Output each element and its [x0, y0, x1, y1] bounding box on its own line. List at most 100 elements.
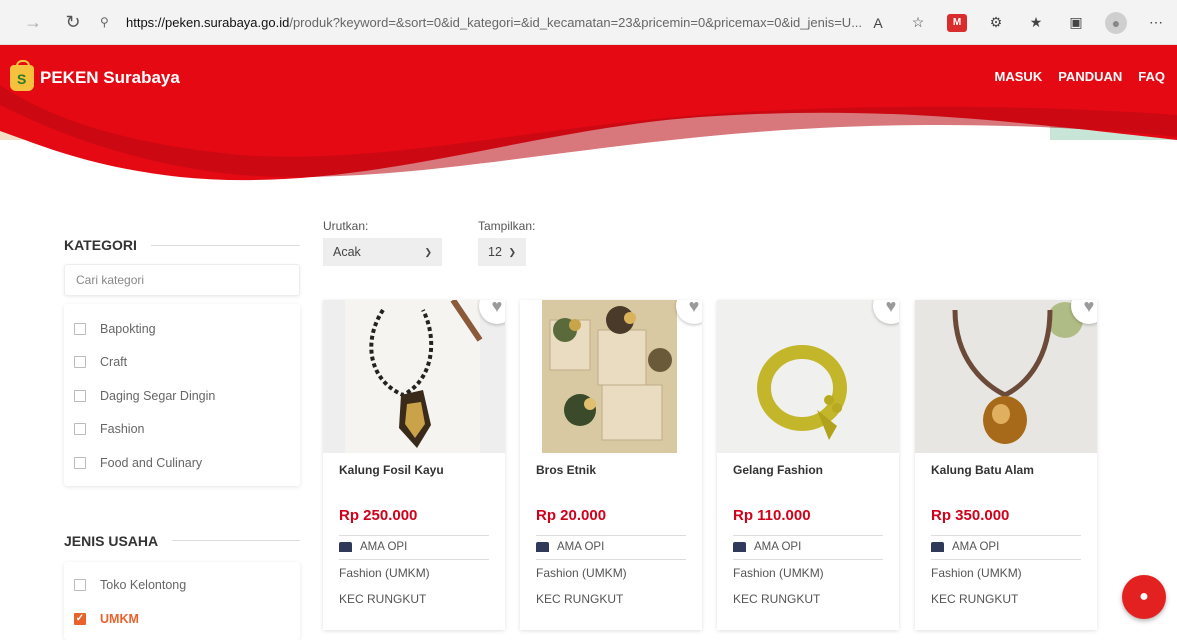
profile-icon[interactable]: ● — [1105, 11, 1127, 34]
store-icon — [339, 542, 352, 552]
category-label: Fashion — [100, 422, 145, 437]
category-list: Bapokting Craft Daging Segar Dingin Fash… — [64, 304, 300, 486]
product-kecamatan: KEC RUNGKUT — [536, 592, 624, 606]
divider — [931, 535, 1081, 536]
divider — [150, 244, 300, 246]
product-store[interactable]: AMA OPI — [536, 541, 604, 553]
store-name: AMA OPI — [952, 541, 1000, 553]
product-kecamatan: KEC RUNGKUT — [931, 592, 1019, 606]
checkbox[interactable] — [74, 356, 86, 369]
extensions-puzzle-icon[interactable]: ⚙ — [985, 12, 1007, 34]
product-price: Rp 20.000 — [536, 507, 607, 524]
more-icon[interactable]: ⋯ — [1145, 12, 1167, 34]
brand-name: PEKEN Surabaya — [40, 68, 180, 87]
checkbox[interactable] — [74, 389, 86, 402]
read-aloud-icon[interactable]: A — [867, 12, 889, 34]
favorites-icon[interactable]: ★ — [1025, 12, 1047, 34]
product-category: Fashion (UMKM) — [931, 566, 1022, 580]
product-card[interactable]: ♥ Kalung Fosil Kayu Rp 250.000 AMA OPI F… — [323, 300, 505, 630]
jenis-usaha-title: JENIS USAHA — [64, 532, 159, 549]
chat-icon[interactable]: ● — [1122, 575, 1166, 619]
divider — [339, 535, 489, 536]
checkbox-checked[interactable]: ✓ — [74, 612, 86, 625]
store-icon — [931, 542, 944, 552]
product-kecamatan: KEC RUNGKUT — [733, 592, 821, 606]
product-image[interactable]: ♥ — [717, 300, 899, 453]
store-name: AMA OPI — [754, 541, 802, 553]
category-item-daging[interactable]: Daging Segar Dingin — [74, 379, 300, 413]
nav-faq[interactable]: FAQ — [1138, 69, 1165, 84]
product-card[interactable]: ♥ Gelang Fashion Rp 110.000 AMA OPI Fash… — [717, 300, 899, 630]
product-card[interactable]: ♥ Kalung Batu Alam Rp 350.000 AMA OPI Fa… — [915, 300, 1097, 630]
extension-icon[interactable]: M — [947, 13, 967, 32]
brand-logo-link[interactable]: S PEKEN Surabaya — [10, 60, 180, 91]
site-header: S PEKEN Surabaya MASUK PANDUAN FAQ — [0, 45, 1177, 195]
product-price: Rp 110.000 — [733, 507, 811, 524]
address-bar[interactable]: ⚲ https://peken.surabaya.go.id/produk?ke… — [100, 7, 908, 37]
store-name: AMA OPI — [557, 541, 605, 553]
show-label: Tampilkan: — [478, 219, 536, 233]
product-store[interactable]: AMA OPI — [339, 541, 407, 553]
chevron-down-icon: ❯ — [424, 246, 432, 257]
lock-icon[interactable]: ⚲ — [100, 15, 116, 29]
show-value: 12 — [488, 245, 502, 259]
divider — [536, 559, 686, 560]
nav-panduan[interactable]: PANDUAN — [1058, 69, 1122, 84]
category-item-craft[interactable]: Craft — [74, 346, 300, 380]
add-favorite-icon[interactable]: ☆ — [907, 12, 929, 34]
category-search-placeholder: Cari kategori — [76, 273, 145, 287]
category-label: Daging Segar Dingin — [100, 388, 216, 403]
product-image[interactable]: ♥ — [915, 300, 1097, 453]
url-path: /produk?keyword=&sort=0&id_kategori=&id_… — [289, 14, 863, 30]
checkbox[interactable] — [74, 456, 86, 469]
product-category: Fashion (UMKM) — [733, 566, 824, 580]
checkbox[interactable] — [74, 322, 86, 335]
product-price: Rp 350.000 — [931, 507, 1010, 524]
product-category: Fashion (UMKM) — [536, 566, 627, 580]
category-label: Craft — [100, 355, 128, 370]
kategori-title: KATEGORI — [64, 237, 137, 253]
checkbox[interactable] — [74, 423, 86, 436]
category-item-food[interactable]: Food and Culinary — [74, 446, 300, 480]
divider — [536, 535, 686, 536]
nav-masuk[interactable]: MASUK — [995, 69, 1043, 84]
jenis-label: UMKM — [100, 611, 139, 626]
jenis-item-umkm[interactable]: ✓ UMKM — [74, 602, 300, 636]
sort-control: Urutkan: Acak ❯ — [323, 219, 442, 266]
product-image[interactable]: ♥ — [520, 300, 702, 453]
top-nav: MASUK PANDUAN FAQ — [995, 69, 1165, 84]
back-icon[interactable]: → — [18, 7, 48, 37]
jenis-usaha-list: Toko Kelontong ✓ UMKM — [64, 561, 300, 640]
product-store[interactable]: AMA OPI — [931, 541, 999, 553]
product-kecamatan: KEC RUNGKUT — [339, 592, 427, 606]
product-price: Rp 250.000 — [339, 507, 418, 524]
jenis-usaha-heading: JENIS USAHA — [64, 526, 300, 556]
product-name[interactable]: Kalung Fosil Kayu — [339, 463, 444, 477]
product-store[interactable]: AMA OPI — [733, 541, 801, 553]
category-item-fashion[interactable]: Fashion — [74, 413, 300, 447]
divider — [931, 559, 1081, 560]
jenis-item-toko-kelontong[interactable]: Toko Kelontong — [74, 568, 300, 602]
product-name[interactable]: Bros Etnik — [536, 463, 596, 477]
sort-value: Acak — [333, 245, 361, 259]
category-item-bapokting[interactable]: Bapokting — [74, 312, 300, 346]
jenis-label: Toko Kelontong — [100, 577, 187, 592]
product-image[interactable]: ♥ — [323, 300, 505, 453]
product-name[interactable]: Gelang Fashion — [733, 463, 823, 477]
show-select[interactable]: 12 ❯ — [478, 238, 526, 266]
category-search-input[interactable]: Cari kategori — [64, 264, 300, 296]
divider — [733, 559, 883, 560]
checkbox[interactable] — [74, 578, 86, 591]
product-card[interactable]: ♥ Bros Etnik Rp 20.000 AMA OPI Fashion (… — [520, 300, 702, 630]
browser-toolbar: → ↻ ⚲ https://peken.surabaya.go.id/produ… — [0, 0, 1177, 45]
product-name[interactable]: Kalung Batu Alam — [931, 463, 1034, 477]
collections-icon[interactable]: ▣ — [1065, 12, 1087, 34]
filter-sidebar: KATEGORI Cari kategori Bapokting Craft D… — [64, 230, 300, 640]
category-label: Bapokting — [100, 321, 156, 336]
category-label: Food and Culinary — [100, 455, 203, 470]
reload-icon[interactable]: ↻ — [58, 7, 88, 37]
show-control: Tampilkan: 12 ❯ — [478, 219, 535, 266]
store-name: AMA OPI — [360, 541, 408, 553]
sort-select[interactable]: Acak ❯ — [323, 238, 442, 266]
divider — [733, 535, 883, 536]
